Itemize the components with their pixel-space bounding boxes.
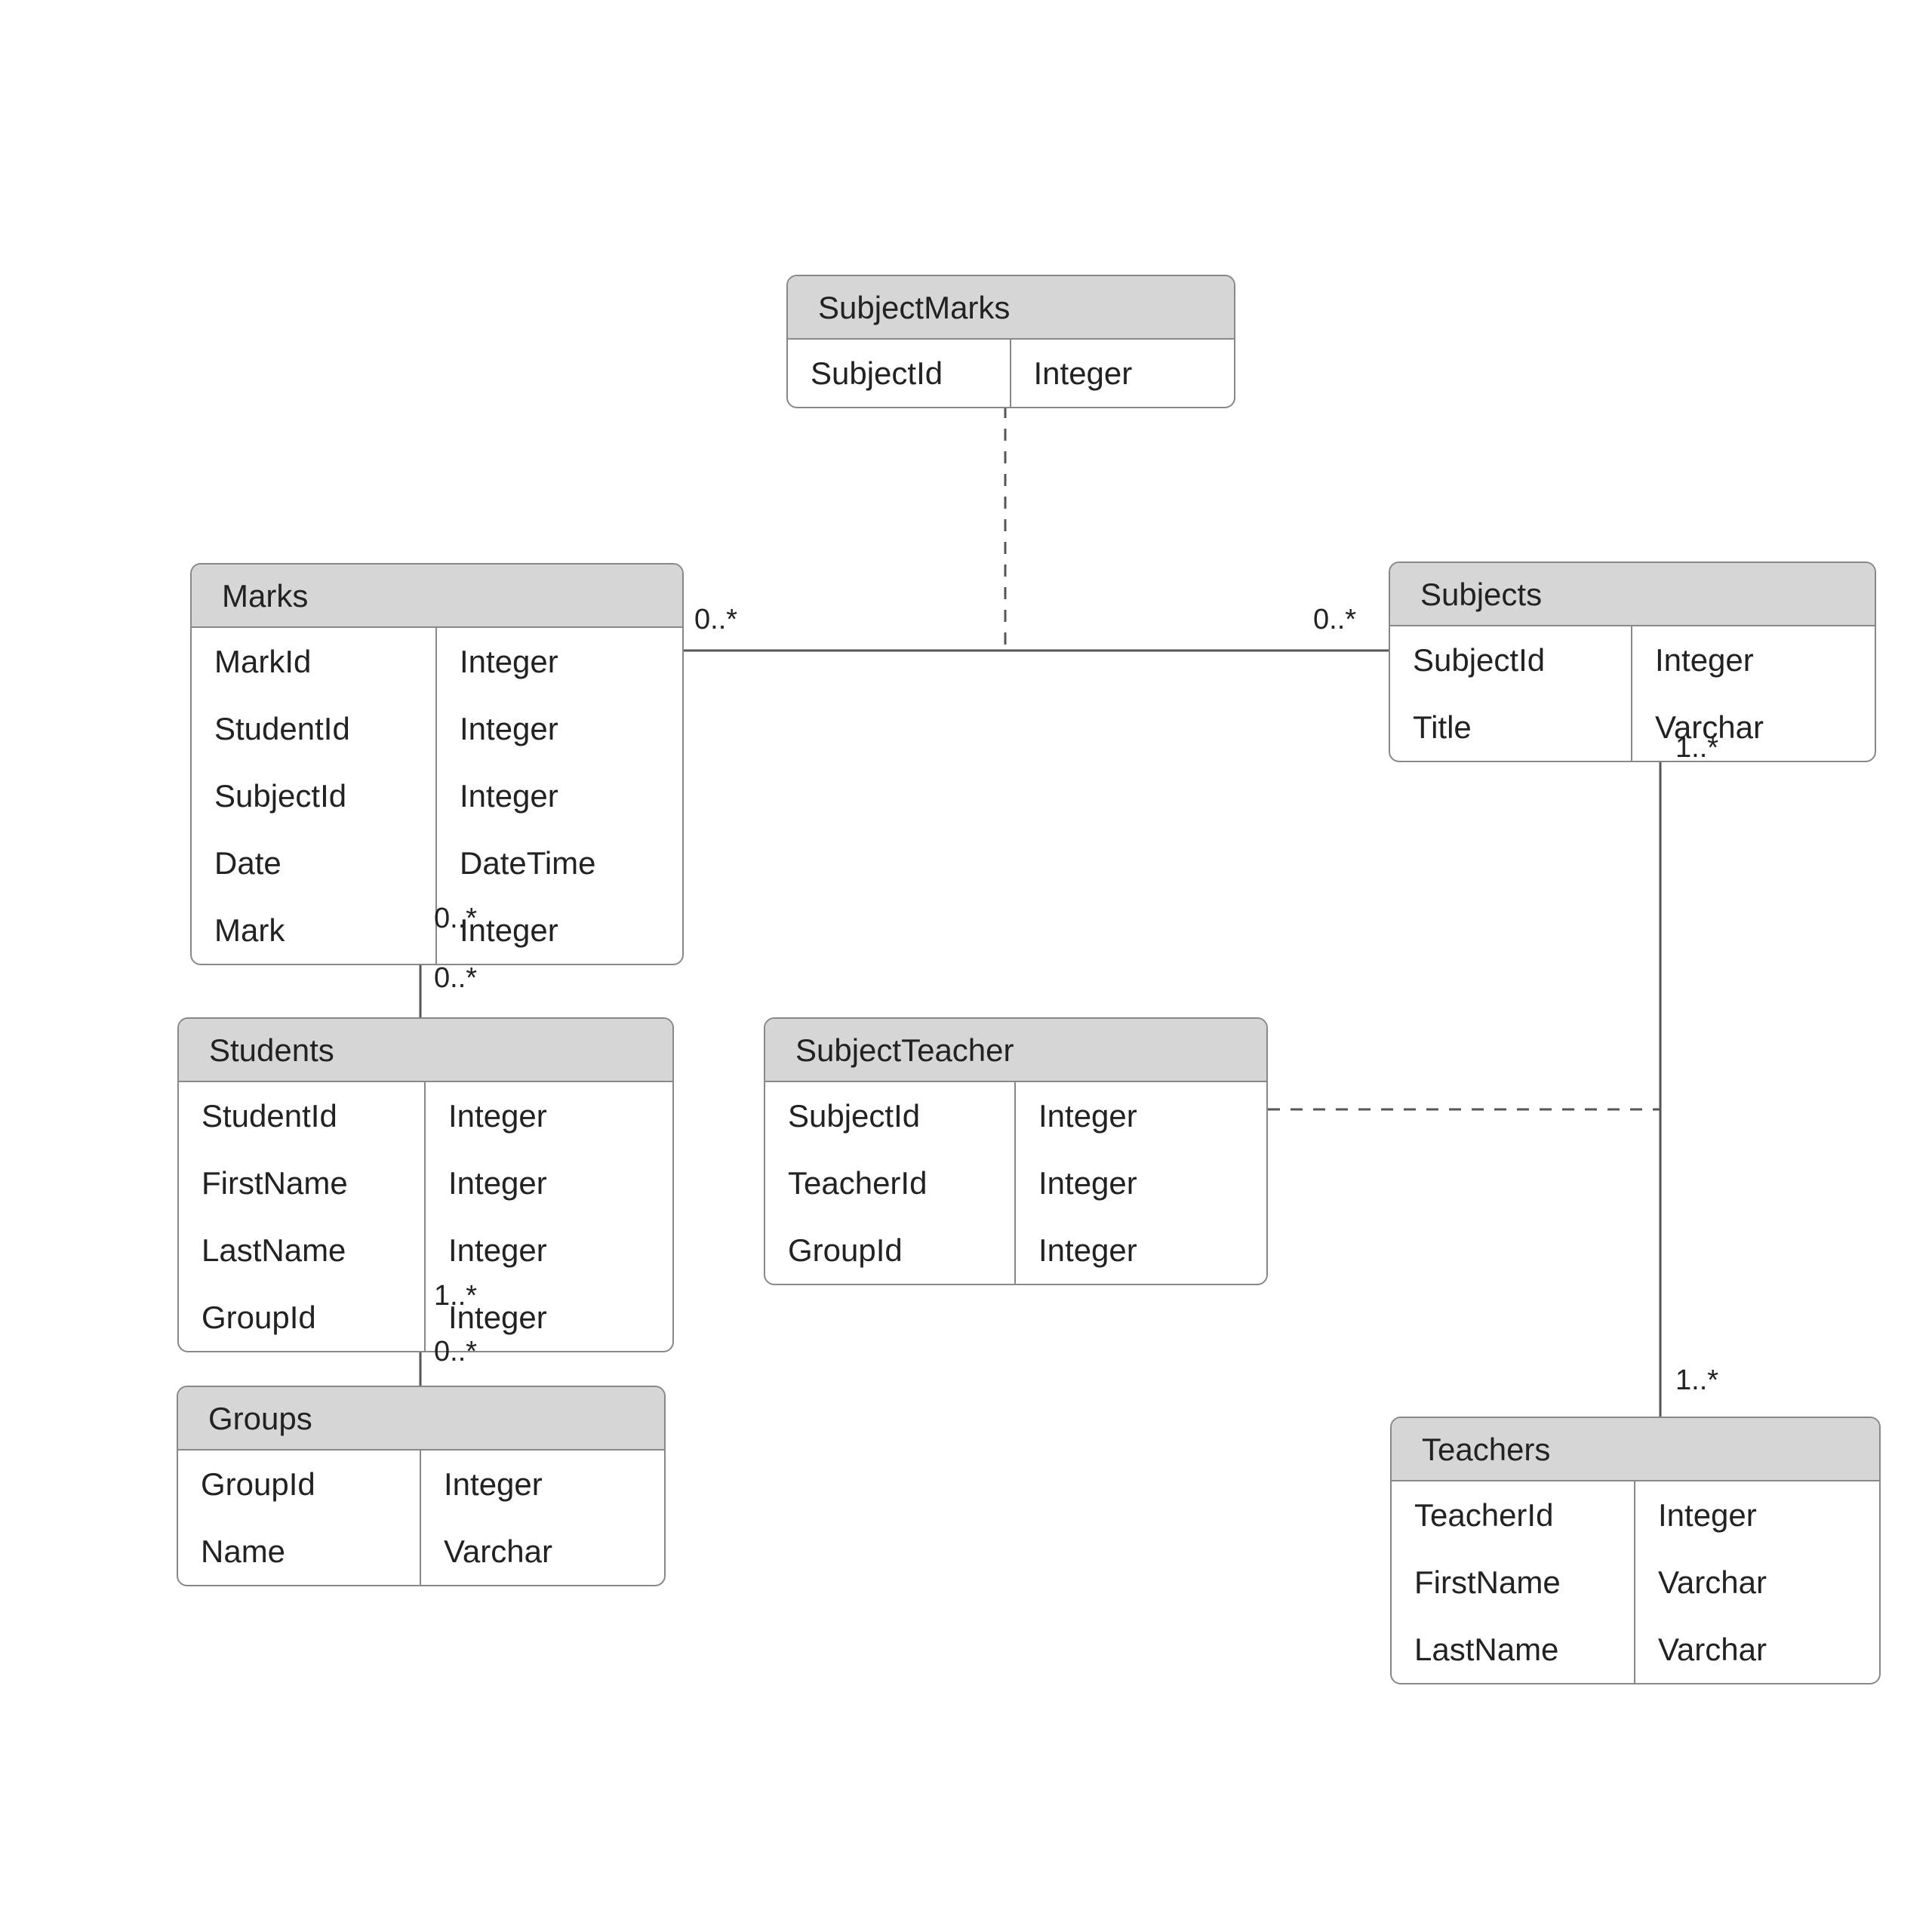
entity-subjectteacher: SubjectTeacher SubjectId Integer Teacher… <box>764 1017 1268 1285</box>
attr-name: Title <box>1390 694 1632 761</box>
entity-title: Students <box>179 1019 672 1082</box>
entity-subjectmarks: SubjectMarks SubjectId Integer <box>786 275 1235 408</box>
attr-type: Varchar <box>421 1518 664 1585</box>
attr-name: LastName <box>179 1217 426 1284</box>
attr-name: SubjectId <box>788 340 1011 407</box>
attr-name: Name <box>178 1518 421 1585</box>
attr-type: DateTime <box>437 829 682 897</box>
cardinality-label: 1..* <box>1675 732 1718 764</box>
cardinality-label: 1..* <box>434 1280 477 1312</box>
attr-name: StudentId <box>192 695 437 762</box>
entity-groups: Groups GroupId Integer Name Varchar <box>177 1386 666 1586</box>
attr-type: Varchar <box>1632 694 1875 761</box>
attr-name: GroupId <box>178 1451 421 1518</box>
attr-type: Integer <box>437 762 682 829</box>
attr-type: Integer <box>1016 1149 1266 1217</box>
entity-students: Students StudentId Integer FirstName Int… <box>177 1017 674 1352</box>
entity-title: SubjectMarks <box>788 276 1234 340</box>
attr-name: TeacherId <box>765 1149 1016 1217</box>
entity-title: Groups <box>178 1387 664 1451</box>
entity-title: Teachers <box>1392 1418 1879 1481</box>
attr-name: GroupId <box>765 1217 1016 1284</box>
attr-type: Integer <box>437 628 682 695</box>
attr-type: Integer <box>1016 1082 1266 1149</box>
er-diagram-canvas: SubjectMarks SubjectId Integer Marks Mar… <box>0 0 1932 1932</box>
attr-type: Varchar <box>1635 1616 1879 1683</box>
entity-title: SubjectTeacher <box>765 1019 1266 1082</box>
attr-name: GroupId <box>179 1284 426 1351</box>
attr-name: SubjectId <box>765 1082 1016 1149</box>
attr-type: Integer <box>1011 340 1235 407</box>
attr-type: Integer <box>426 1149 672 1217</box>
attr-name: StudentId <box>179 1082 426 1149</box>
cardinality-label: 0..* <box>694 604 737 636</box>
cardinality-label: 0..* <box>1313 604 1356 636</box>
entity-title: Subjects <box>1390 563 1875 626</box>
entity-title: Marks <box>192 565 682 628</box>
attr-name: Date <box>192 829 437 897</box>
attr-name: TeacherId <box>1392 1481 1635 1549</box>
attr-type: Integer <box>1016 1217 1266 1284</box>
attr-type: Integer <box>1632 626 1875 694</box>
attr-type: Integer <box>421 1451 664 1518</box>
cardinality-label: 1..* <box>1675 1364 1718 1397</box>
entity-teachers: Teachers TeacherId Integer FirstName Var… <box>1390 1417 1881 1684</box>
attr-type: Integer <box>1635 1481 1879 1549</box>
cardinality-label: 0..* <box>434 962 477 995</box>
attr-name: LastName <box>1392 1616 1635 1683</box>
attr-name: SubjectId <box>1390 626 1632 694</box>
attr-type: Integer <box>437 695 682 762</box>
attr-name: FirstName <box>179 1149 426 1217</box>
attr-name: FirstName <box>1392 1549 1635 1616</box>
attr-type: Integer <box>426 1082 672 1149</box>
cardinality-label: 0..* <box>434 903 477 935</box>
attr-type: Integer <box>426 1217 672 1284</box>
cardinality-label: 0..* <box>434 1336 477 1368</box>
attr-name: Mark <box>192 897 437 964</box>
entity-subjects: Subjects SubjectId Integer Title Varchar <box>1389 561 1876 762</box>
attr-name: MarkId <box>192 628 437 695</box>
attr-name: SubjectId <box>192 762 437 829</box>
attr-type: Varchar <box>1635 1549 1879 1616</box>
